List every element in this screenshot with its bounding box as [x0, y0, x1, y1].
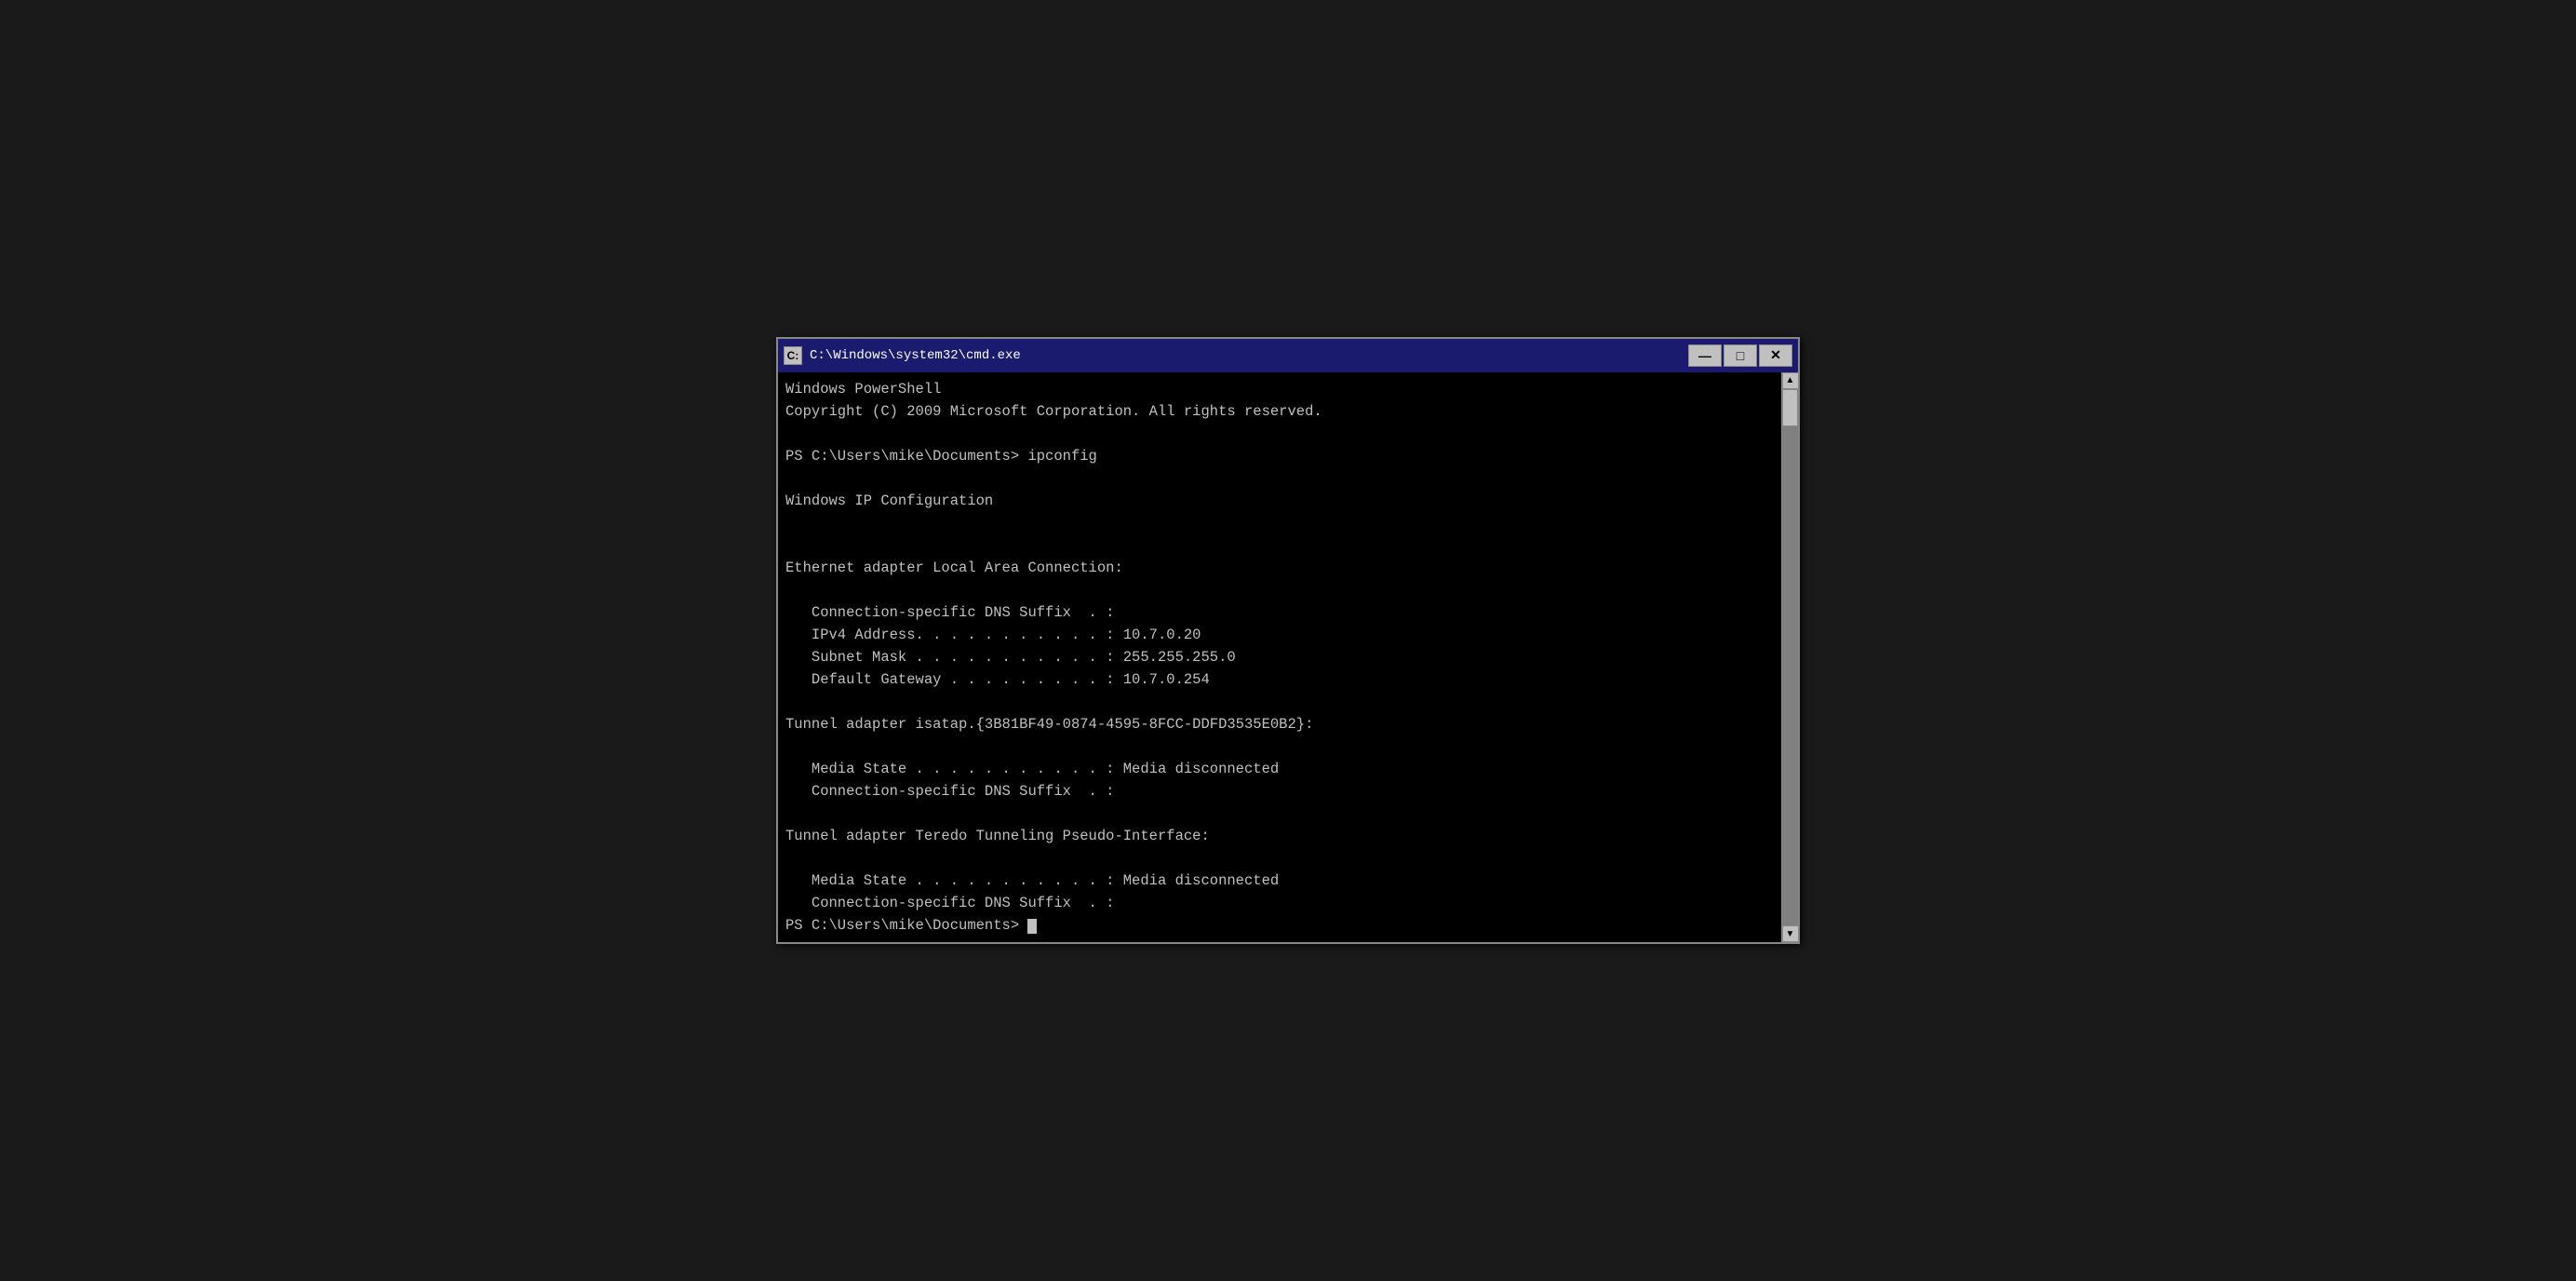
title-bar-left: C: C:\Windows\system32\cmd.exe [784, 346, 1021, 365]
cursor [1027, 919, 1037, 934]
scrollbar[interactable]: ▲ ▼ [1781, 372, 1798, 942]
scroll-track[interactable] [1782, 389, 1798, 925]
console-text-block: Windows PowerShell Copyright (C) 2009 Mi… [785, 378, 1774, 937]
window-title: C:\Windows\system32\cmd.exe [810, 348, 1021, 363]
scroll-thumb[interactable] [1782, 389, 1798, 426]
cmd-icon: C: [784, 346, 802, 365]
scroll-up-button[interactable]: ▲ [1782, 372, 1799, 389]
scroll-down-button[interactable]: ▼ [1782, 925, 1799, 942]
close-button[interactable]: ✕ [1759, 344, 1792, 367]
window-controls: — □ ✕ [1688, 344, 1792, 367]
maximize-button[interactable]: □ [1724, 344, 1757, 367]
title-bar: C: C:\Windows\system32\cmd.exe — □ ✕ [778, 339, 1798, 372]
console-output: Windows PowerShell Copyright (C) 2009 Mi… [778, 372, 1798, 942]
cmd-window: C: C:\Windows\system32\cmd.exe — □ ✕ Win… [776, 337, 1800, 944]
minimize-button[interactable]: — [1688, 344, 1722, 367]
